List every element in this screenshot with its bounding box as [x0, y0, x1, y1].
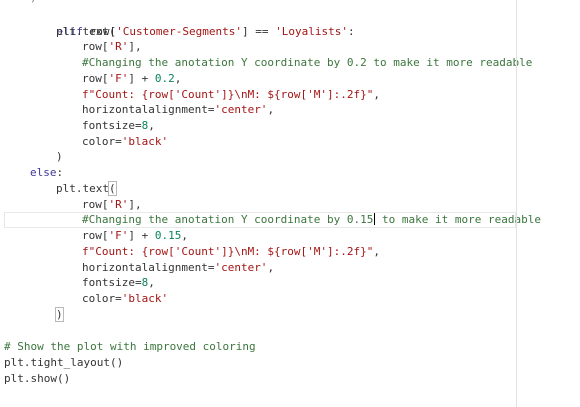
- code-line[interactable]: ): [55, 307, 64, 323]
- code-line[interactable]: fontsize=8,: [82, 118, 155, 134]
- code-editor[interactable]: ) elif row['Customer-Segments'] == 'Loya…: [0, 0, 580, 407]
- code-line[interactable]: horizontalalignment='center',: [82, 102, 274, 118]
- code-line[interactable]: row['F'] + 0.15,: [82, 228, 188, 244]
- code-line[interactable]: ): [56, 149, 63, 165]
- code-line[interactable]: plt.text(: [56, 181, 117, 197]
- code-line[interactable]: horizontalalignment='center',: [82, 260, 274, 276]
- code-line[interactable]: f"Count: {row['Count']}\nM: ${row['M']:.…: [82, 87, 380, 103]
- code-line[interactable]: row['R'],: [82, 197, 142, 213]
- code-line[interactable]: plt.text(: [56, 24, 116, 40]
- code-line[interactable]: fontsize=8,: [82, 275, 155, 291]
- code-line[interactable]: # Show the plot with improved coloring: [4, 339, 256, 355]
- code-line[interactable]: row['F'] + 0.2,: [82, 71, 181, 87]
- code-line[interactable]: row['R'],: [82, 39, 142, 55]
- code-line[interactable]: f"Count: {row['Count']}\nM: ${row['M']:.…: [82, 244, 380, 260]
- code-line[interactable]: plt.show(): [4, 371, 70, 387]
- code-line[interactable]: #Changing the anotation Y coordinate by …: [82, 55, 532, 71]
- truncated-paren: ): [30, 0, 37, 4]
- code-line-current[interactable]: #Changing the anotation Y coordinate by …: [82, 212, 541, 228]
- code-line[interactable]: else:: [30, 165, 63, 181]
- vertical-ruler: [516, 0, 517, 407]
- code-line[interactable]: plt.tight_layout(): [4, 355, 123, 371]
- code-line[interactable]: elif row['Customer-Segments'] == 'Loyali…: [30, 8, 355, 38]
- code-line[interactable]: color='black': [82, 291, 168, 307]
- code-line[interactable]: color='black': [82, 134, 168, 150]
